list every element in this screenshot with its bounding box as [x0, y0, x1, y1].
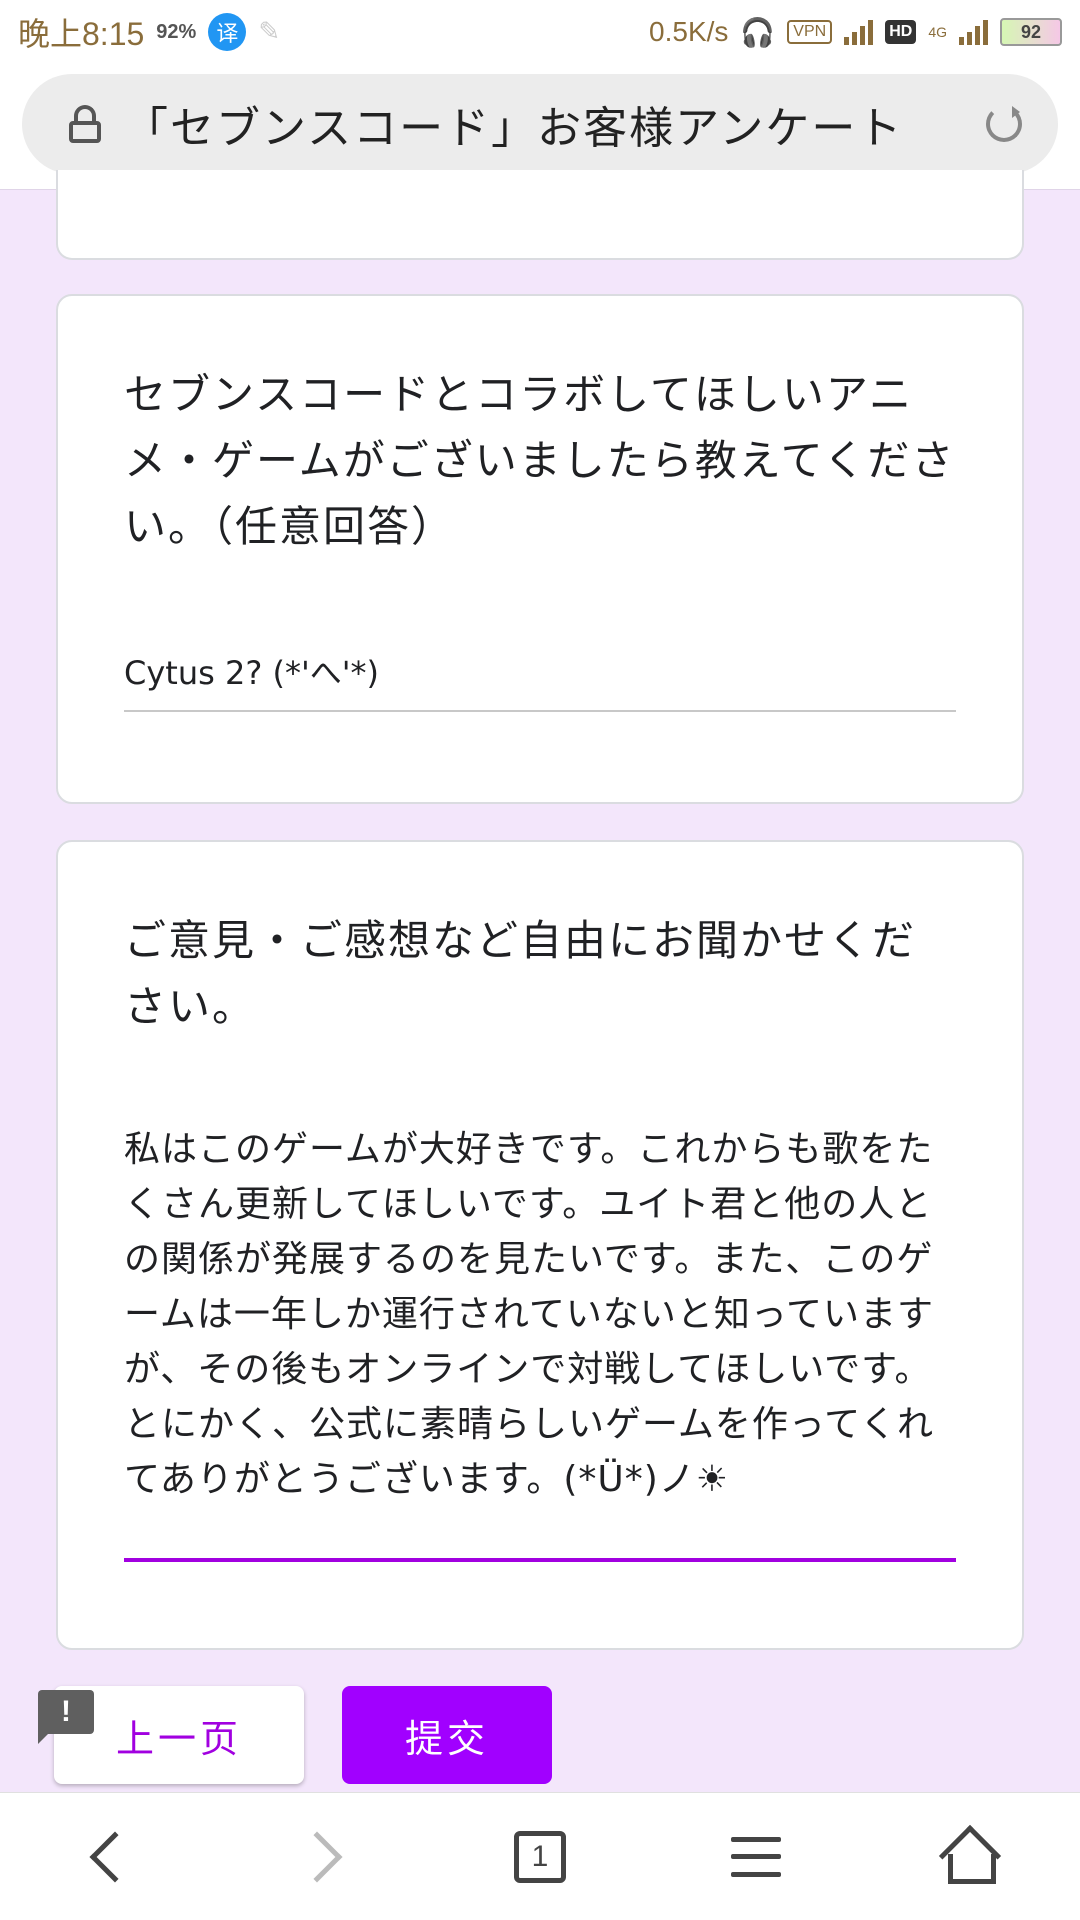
status-bar: 晚上8:15 92% 译 ✎ 0.5K/s 🎧 VPN HD 4G 92 [0, 0, 1080, 64]
net-speed: 0.5K/s [649, 16, 729, 47]
reload-icon[interactable] [986, 106, 1022, 142]
question-text: ご意見・ご感想など自由にお聞かせください。 [124, 916, 917, 1031]
home-icon [938, 1824, 1002, 1887]
feather-icon: ✎ [258, 17, 281, 47]
chevron-right-icon [291, 1831, 343, 1882]
home-button[interactable] [922, 1807, 1022, 1907]
status-time: 晚上8:15 [18, 16, 145, 52]
page-title[interactable]: 「セブンスコード」お客様アンケート [124, 92, 986, 156]
status-bar-left: 晚上8:15 92% 译 ✎ [18, 9, 280, 55]
wifi-signal-icon [844, 19, 874, 45]
hd-icon: HD [885, 20, 917, 44]
battery-icon: 92 [1000, 18, 1062, 46]
question-card-collab: セブンスコードとコラボしてほしいアニメ・ゲームがございましたら教えてください。（… [56, 294, 1024, 804]
lock-icon[interactable] [68, 105, 102, 143]
forward-button[interactable] [274, 1807, 374, 1907]
vpn-icon: VPN [787, 20, 833, 44]
previous-question-card [56, 170, 1024, 260]
tabs-button[interactable]: 1 [490, 1807, 590, 1907]
status-bar-right: 0.5K/s 🎧 VPN HD 4G 92 [649, 16, 1062, 49]
menu-button[interactable] [706, 1807, 806, 1907]
cell-signal-icon [959, 19, 988, 45]
answer-textarea[interactable]: 私はこのゲームが大好きです。これからも歌をたくさん更新してほしいです。ユイト君と… [124, 1122, 956, 1562]
browser-bottom-nav: 1 [0, 1792, 1080, 1920]
address-bar[interactable]: 「セブンスコード」お客様アンケート [22, 74, 1058, 174]
question-card-feedback: ご意見・ご感想など自由にお聞かせください。 私はこのゲームが大好きです。これから… [56, 840, 1024, 1650]
menu-icon [731, 1836, 781, 1877]
feedback-icon[interactable]: ! [38, 1690, 94, 1744]
answer-input[interactable]: Cytus 2? (*'へ'*) [124, 648, 956, 712]
question-text: セブンスコードとコラボしてほしいアニメ・ゲームがございましたら教えてください。（… [124, 370, 956, 551]
network-type: 4G [928, 23, 947, 40]
feedback-bubble: ! [38, 1690, 94, 1734]
back-button[interactable] [58, 1807, 158, 1907]
translate-icon: 译 [208, 13, 247, 51]
tabs-count: 1 [514, 1830, 566, 1883]
chevron-left-icon [89, 1831, 141, 1882]
submit-button[interactable]: 提交 [342, 1686, 552, 1784]
headset-icon: 🎧 [740, 15, 776, 49]
data-usage-icon: 92% [156, 20, 197, 43]
